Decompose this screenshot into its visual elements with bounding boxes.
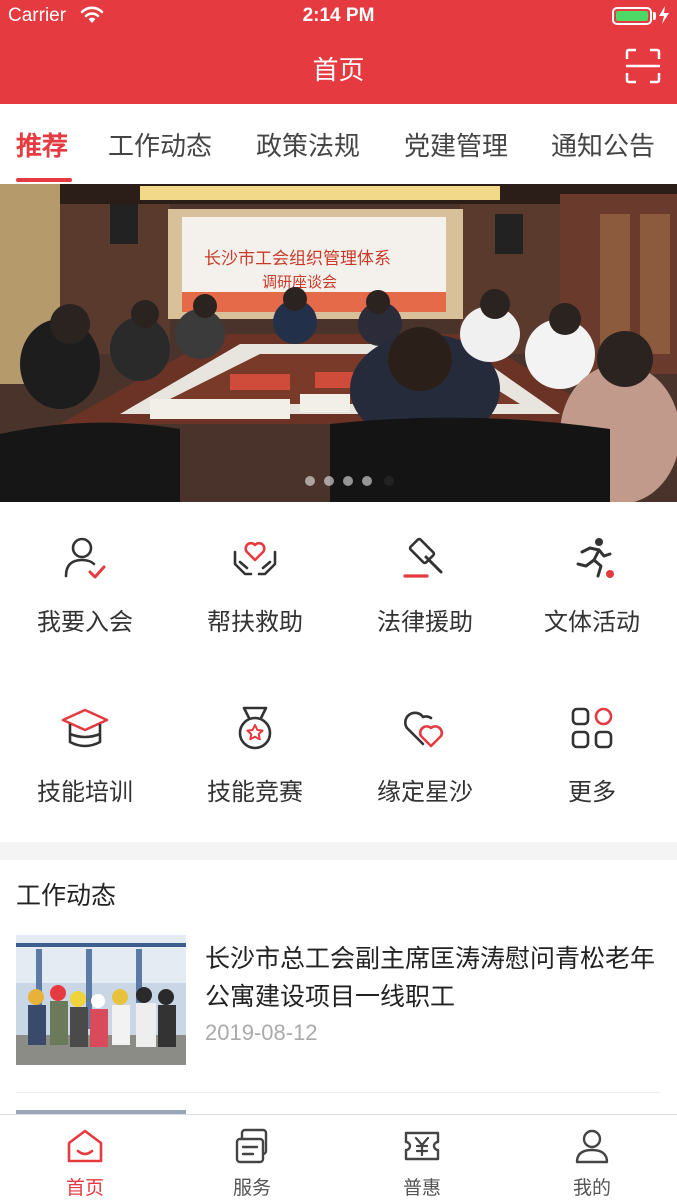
yen-ticket-icon (404, 1131, 440, 1161)
grid-label: 技能竞赛 (207, 778, 303, 806)
tab-policy[interactable]: 政策法规 (256, 126, 360, 163)
home-icon (67, 1129, 103, 1163)
tabbar-home[interactable]: 首页 (0, 1115, 170, 1204)
carousel-dot[interactable] (305, 476, 315, 486)
more-icon (571, 707, 613, 749)
carousel-dot-active[interactable] (384, 476, 394, 486)
tab-party-building[interactable]: 党建管理 (404, 126, 508, 163)
grid-label: 缘定星沙 (377, 778, 473, 806)
tab-recommend[interactable]: 推荐 (16, 126, 68, 163)
tab-notices[interactable]: 通知公告 (551, 126, 655, 163)
grid-item-culture-sports[interactable]: 文体活动 (507, 502, 677, 672)
tabbar-profile[interactable]: 我的 (507, 1115, 677, 1204)
grid-label: 法律援助 (377, 608, 473, 636)
graduation-cap-icon (61, 708, 109, 748)
status-bar: Carrier 2:14 PM (0, 0, 677, 32)
service-icon (235, 1128, 268, 1164)
tabbar-label: 普惠 (402, 1177, 441, 1199)
news-date: 2019-08-12 (205, 1020, 318, 1045)
hand-heart-icon (233, 541, 277, 576)
hearts-icon (404, 711, 444, 748)
grid-item-training[interactable]: 技能培训 (0, 672, 170, 842)
bottom-tab-bar: 首页 服务 普惠 我的 (0, 1114, 677, 1204)
tabbar-service[interactable]: 服务 (167, 1115, 337, 1204)
banner-screen-line-1: 长沙市工会组织管理体系 (204, 249, 391, 269)
charging-icon (659, 6, 669, 24)
tabbar-benefits[interactable]: 普惠 (337, 1115, 507, 1204)
carousel-dot[interactable] (343, 476, 353, 486)
grid-item-legal[interactable]: 法律援助 (340, 502, 510, 672)
user-check-icon (64, 537, 106, 579)
grid-label: 帮扶救助 (207, 608, 303, 636)
section-separator (0, 842, 677, 860)
category-tabs: 推荐 工作动态 政策法规 党建管理 通知公告 (0, 104, 677, 184)
banner-carousel[interactable]: 长沙市工会组织管理体系 调研座谈会 (0, 184, 677, 502)
grid-label: 我要入会 (37, 608, 133, 636)
section-title: 工作动态 (16, 881, 117, 910)
carousel-dots (0, 472, 677, 486)
feature-grid: 我要入会 帮扶救助 法律援助 文体活动 技能培训 技能竞赛 缘定星沙 更多 (0, 502, 677, 842)
scan-icon[interactable] (625, 48, 661, 84)
running-icon (576, 538, 614, 578)
page-title: 首页 (312, 56, 365, 86)
news-item[interactable]: 长沙市总工会副主席匡涛涛慰问青松老年公寓建设项目一线职工 2019-08-12 (0, 930, 677, 1090)
news-thumbnail (16, 935, 186, 1065)
grid-label: 更多 (568, 778, 616, 806)
active-tab-indicator (16, 178, 72, 182)
battery-tip (653, 12, 656, 20)
tabbar-label: 我的 (572, 1177, 611, 1199)
grid-label: 文体活动 (544, 608, 640, 636)
tab-work-news[interactable]: 工作动态 (108, 126, 212, 163)
tabbar-label: 首页 (65, 1177, 104, 1199)
grid-item-more[interactable]: 更多 (507, 672, 677, 842)
divider (16, 1092, 661, 1093)
clock: 2:14 PM (302, 5, 375, 26)
grid-item-aid[interactable]: 帮扶救助 (170, 502, 340, 672)
grid-label: 技能培训 (37, 778, 133, 806)
top-bar: Carrier 2:14 PM 首页 (0, 0, 677, 104)
profile-icon (575, 1129, 609, 1164)
tabbar-label: 服务 (232, 1177, 271, 1199)
medal-icon (238, 706, 272, 750)
banner-image: 长沙市工会组织管理体系 调研座谈会 (0, 184, 677, 502)
grid-item-competition[interactable]: 技能竞赛 (170, 672, 340, 842)
grid-item-matchmaking[interactable]: 缘定星沙 (340, 672, 510, 842)
carousel-dot[interactable] (324, 476, 334, 486)
battery-icon (612, 7, 652, 25)
gavel-icon (403, 537, 443, 578)
carousel-dot[interactable] (362, 476, 372, 486)
grid-item-join[interactable]: 我要入会 (0, 502, 170, 672)
news-headline: 长沙市总工会副主席匡涛涛慰问青松老年公寓建设项目一线职工 (205, 944, 656, 1011)
